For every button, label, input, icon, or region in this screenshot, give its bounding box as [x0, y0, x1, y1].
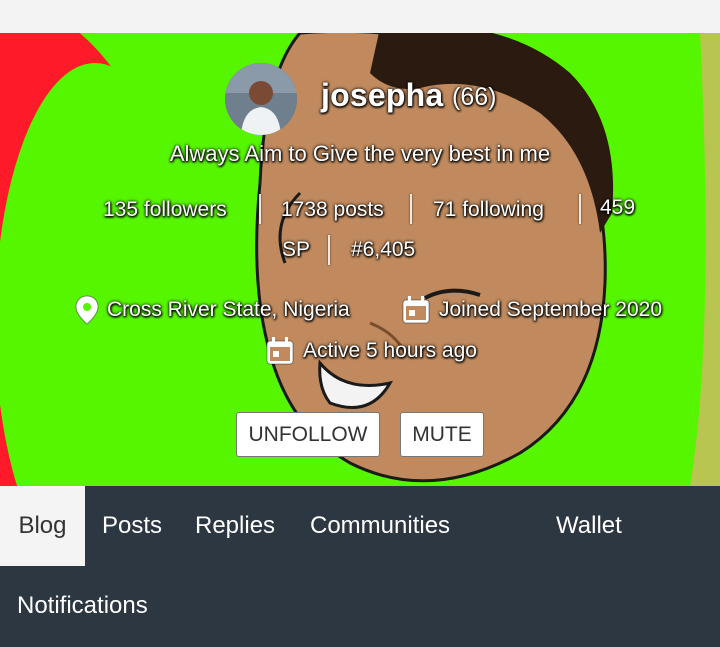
map-pin-icon [75, 295, 99, 325]
username: josepha [321, 77, 444, 113]
joined-date: Joined September 2020 [401, 295, 662, 325]
calendar-icon [402, 296, 430, 324]
profile-tabs: Blog Posts Replies Communities Wallet No… [0, 486, 720, 647]
avatar-image [225, 63, 297, 135]
tab-replies[interactable]: Replies [195, 486, 275, 566]
tab-wallet[interactable]: Wallet [556, 486, 622, 566]
tab-notifications[interactable]: Notifications [17, 566, 148, 646]
profile-cover: josepha (66) Always Aim to Give the very… [0, 33, 720, 486]
location-text: Cross River State, Nigeria [107, 298, 350, 321]
stats-divider [328, 235, 330, 265]
location: Cross River State, Nigeria [75, 295, 350, 325]
tab-blog[interactable]: Blog [0, 486, 85, 566]
unfollow-button[interactable]: UNFOLLOW [236, 412, 380, 457]
followers-link[interactable]: 135 followers [103, 198, 227, 222]
joined-text: Joined September 2020 [439, 298, 662, 321]
top-bar [0, 0, 720, 34]
mute-button[interactable]: MUTE [400, 412, 484, 457]
avatar[interactable] [225, 63, 297, 135]
tab-communities[interactable]: Communities [310, 486, 450, 566]
following-link[interactable]: 71 following [433, 198, 544, 222]
stats-divider [259, 194, 261, 224]
active-text: Active 5 hours ago [303, 339, 477, 362]
stats-divider [410, 194, 412, 224]
last-active: Active 5 hours ago [265, 336, 477, 366]
rank: #6,405 [351, 238, 416, 261]
calendar-icon [266, 337, 294, 365]
stats-divider [579, 194, 581, 224]
reputation: (66) [452, 83, 497, 111]
steem-power-value: 459 [600, 196, 636, 219]
steem-power-unit: SP [282, 238, 311, 261]
profile-about: Always Aim to Give the very best in me [169, 141, 551, 166]
posts-count: 1738 posts [281, 198, 384, 221]
tab-posts[interactable]: Posts [102, 486, 162, 566]
